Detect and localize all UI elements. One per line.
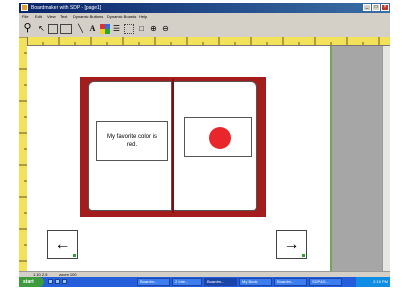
color-tool-icon[interactable] (99, 23, 110, 34)
vertical-scrollbar[interactable] (382, 46, 390, 271)
symbol-finder-icon[interactable]: ⚲ (22, 23, 33, 34)
quicklaunch-ie-icon[interactable] (48, 279, 53, 284)
title-bar: Boardmaker with SDP - [page1] _ □ × (19, 3, 390, 13)
picture-frame[interactable] (184, 117, 252, 157)
menu-dynamic-buttons[interactable]: Dynamic Buttons (73, 14, 103, 20)
menu-help[interactable]: Help (139, 14, 147, 20)
windows-taskbar: start Boardm... 2 Inte... Boardm... My B… (19, 277, 390, 287)
right-arrow-icon: → (283, 235, 300, 253)
window-title: Boardmaker with SDP - [page1] (31, 5, 102, 11)
quicklaunch-media-icon[interactable] (62, 279, 67, 284)
sentence-text: My favorite color is red. (106, 134, 157, 148)
system-tray-clock[interactable]: 2:15 PM (356, 277, 390, 287)
menu-bar: File Edit View Text Dynamic Buttons Dyna… (19, 13, 390, 21)
horizontal-ruler (27, 37, 390, 46)
taskbar-item[interactable]: Boardm... (204, 278, 237, 286)
taskbar-item[interactable]: Boardm... (274, 278, 307, 286)
line-tool-icon[interactable]: ╲ (75, 23, 86, 34)
taskbar-item[interactable]: Boardm... (137, 278, 170, 286)
button-tool-icon[interactable] (60, 24, 72, 34)
close-button[interactable]: × (381, 4, 389, 11)
pointer-tool-icon[interactable]: ↖ (36, 23, 47, 34)
book-spine (172, 79, 174, 213)
taskbar-item[interactable]: SDP&S... (309, 278, 342, 286)
zoom-out-icon[interactable]: ⊖ (160, 23, 171, 34)
quicklaunch-desktop-icon[interactable] (55, 279, 60, 284)
open-book-cover: My favorite color is red. (80, 77, 266, 217)
left-arrow-icon: ← (54, 235, 71, 253)
minimize-button[interactable]: _ (363, 4, 371, 11)
next-page-button[interactable]: → (276, 230, 307, 259)
button-link-marker (302, 254, 305, 257)
sentence-text-box[interactable]: My favorite color is red. (96, 121, 168, 161)
frame-tool-icon[interactable] (124, 24, 134, 34)
menu-edit[interactable]: Edit (35, 14, 42, 20)
menu-view[interactable]: View (47, 14, 56, 20)
page-margin-area (330, 46, 382, 271)
zoom-in-icon[interactable]: ⊕ (148, 23, 159, 34)
menu-text[interactable]: Text (60, 14, 67, 20)
menu-file[interactable]: File (22, 14, 28, 20)
app-window: Boardmaker with SDP - [page1] _ □ × File… (19, 3, 390, 287)
menu-dynamic-boards[interactable]: Dynamic Boards (107, 14, 136, 20)
previous-page-button[interactable]: ← (47, 230, 78, 259)
taskbar-item[interactable]: My Book (239, 278, 272, 286)
taskbar-item[interactable]: 2 Inte... (172, 278, 202, 286)
toolbar: ⚲ ↖ ╲ A ☰ □ ⊕ ⊖ (19, 21, 390, 38)
start-button[interactable]: start (19, 277, 44, 287)
text-tool-icon[interactable]: A (87, 23, 98, 34)
rectangle-tool-icon[interactable] (48, 24, 58, 34)
boardmaker-app-icon (21, 4, 28, 11)
line-thickness-tool-icon[interactable]: ☰ (111, 23, 122, 34)
red-circle-icon (209, 127, 231, 149)
button-link-marker (73, 254, 76, 257)
maximize-button[interactable]: □ (372, 4, 380, 11)
border-tool-icon[interactable]: □ (136, 23, 147, 34)
